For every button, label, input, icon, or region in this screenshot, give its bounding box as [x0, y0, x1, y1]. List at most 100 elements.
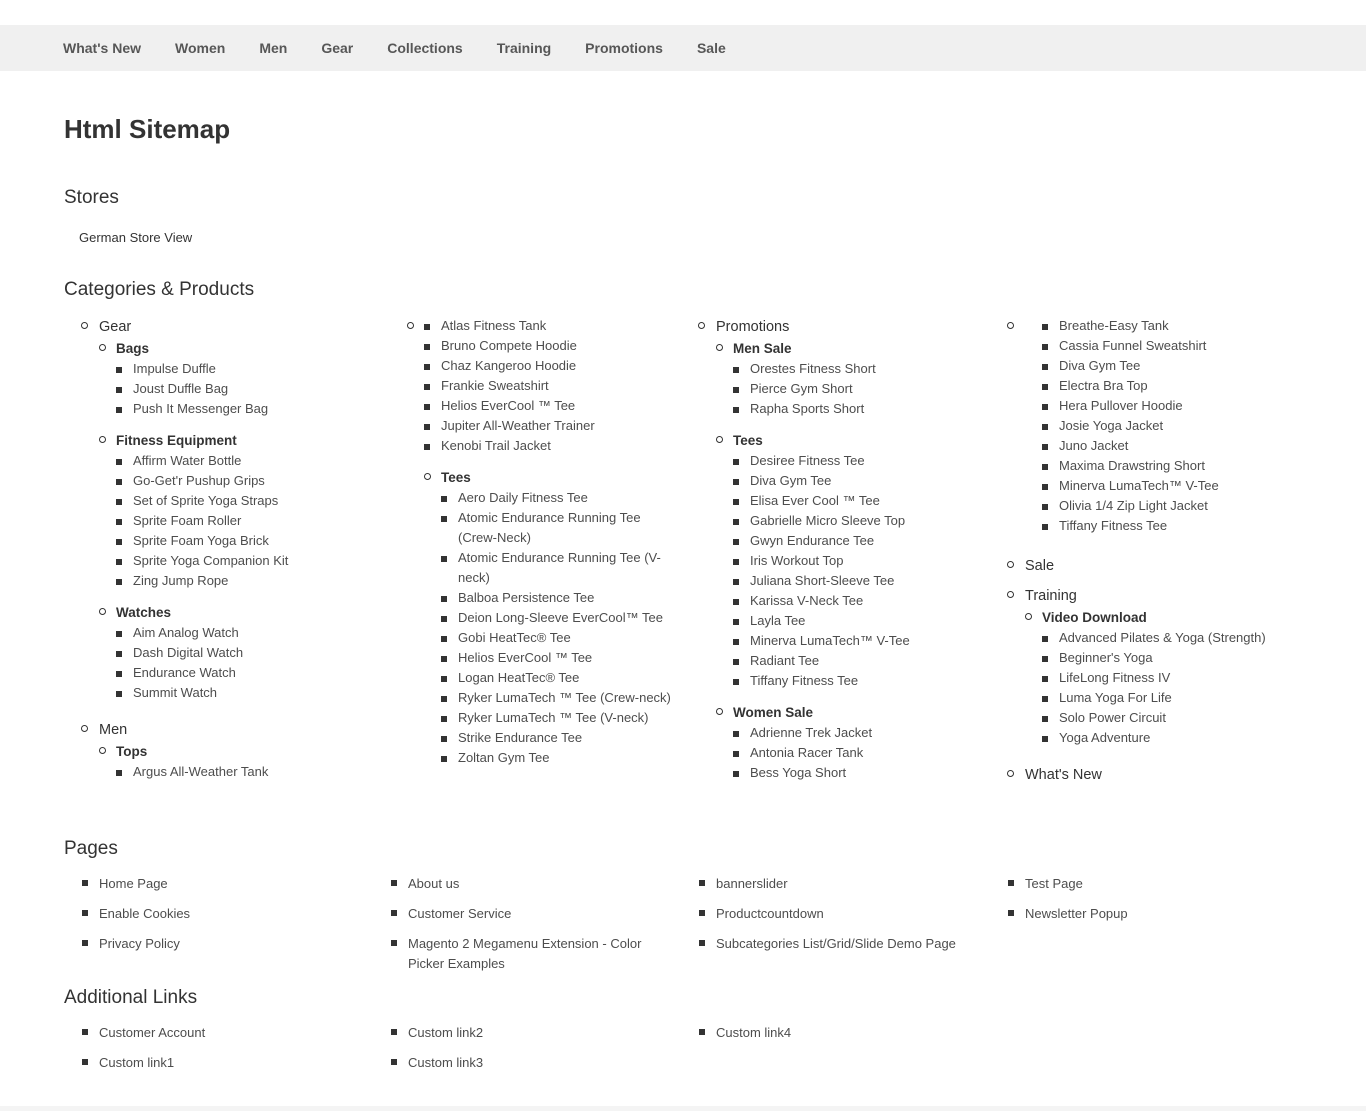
page-link[interactable]: About us — [391, 874, 668, 894]
product-item[interactable]: Bruno Compete Hoodie — [424, 336, 707, 356]
product-item[interactable]: Ryker LumaTech ™ Tee (V-neck) — [441, 708, 671, 728]
product-link[interactable]: Tiffany Fitness Tee — [1059, 518, 1167, 533]
subcategory-link[interactable]: Bags — [116, 341, 149, 356]
category-link[interactable]: Gear — [99, 316, 354, 338]
product-link[interactable]: Helios EverCool ™ Tee — [458, 650, 592, 665]
product-item[interactable]: Layla Tee — [733, 611, 971, 631]
product-link[interactable]: Zing Jump Rope — [133, 573, 228, 588]
product-link[interactable]: Desiree Fitness Tee — [750, 453, 865, 468]
product-item[interactable]: Rapha Sports Short — [733, 399, 971, 419]
product-item[interactable]: Zoltan Gym Tee — [441, 748, 671, 768]
nav-item-women[interactable]: Women — [175, 40, 225, 56]
nav-link[interactable]: Gear — [321, 40, 353, 56]
nav-item-training[interactable]: Training — [497, 40, 551, 56]
product-item[interactable]: Olivia 1/4 Zip Light Jacket — [1042, 496, 1310, 516]
product-item[interactable]: Luma Yoga For Life — [1042, 688, 1310, 708]
product-link[interactable]: Balboa Persistence Tee — [458, 590, 594, 605]
product-link[interactable]: Tiffany Fitness Tee — [750, 673, 858, 688]
nav-item-gear[interactable]: Gear — [321, 40, 353, 56]
page-link[interactable]: Home Page — [82, 874, 359, 894]
product-item[interactable]: Bess Yoga Short — [733, 763, 971, 783]
product-item[interactable]: Minerva LumaTech™ V-Tee — [1042, 476, 1310, 496]
product-item[interactable]: Electra Bra Top — [1042, 376, 1310, 396]
product-item[interactable]: Desiree Fitness Tee — [733, 451, 971, 471]
product-item[interactable]: Breathe-Easy Tank — [1042, 316, 1310, 336]
product-item[interactable]: Orestes Fitness Short — [733, 359, 971, 379]
product-link[interactable]: Josie Yoga Jacket — [1059, 418, 1163, 433]
product-item[interactable]: Deion Long-Sleeve EverCool™ Tee — [441, 608, 671, 628]
product-link[interactable]: Layla Tee — [750, 613, 805, 628]
product-item[interactable]: Yoga Adventure — [1042, 728, 1310, 748]
nav-link[interactable]: What's New — [63, 40, 141, 56]
product-item[interactable]: Juno Jacket — [1042, 436, 1310, 456]
product-link[interactable]: Argus All-Weather Tank — [133, 764, 268, 779]
product-item[interactable]: Balboa Persistence Tee — [441, 588, 671, 608]
product-item[interactable]: Dash Digital Watch — [116, 643, 354, 663]
product-item[interactable]: Logan HeatTec® Tee — [441, 668, 671, 688]
product-item[interactable]: Sprite Foam Roller — [116, 511, 354, 531]
product-item[interactable]: Atomic Endurance Running Tee (V-neck) — [441, 548, 671, 588]
subcategory-link[interactable]: Tees — [441, 470, 471, 485]
product-link[interactable]: Affirm Water Bottle — [133, 453, 241, 468]
product-link[interactable]: Luma Yoga For Life — [1059, 690, 1172, 705]
product-link[interactable]: Joust Duffle Bag — [133, 381, 228, 396]
subcategory-link[interactable]: Men Sale — [733, 341, 792, 356]
product-item[interactable]: Set of Sprite Yoga Straps — [116, 491, 354, 511]
product-link[interactable]: Frankie Sweatshirt — [441, 378, 549, 393]
product-link[interactable]: Hera Pullover Hoodie — [1059, 398, 1183, 413]
product-link[interactable]: Helios EverCool ™ Tee — [441, 398, 575, 413]
additional-link[interactable]: Customer Account — [82, 1023, 359, 1043]
page-link[interactable]: Productcountdown — [699, 904, 976, 924]
product-link[interactable]: Minerva LumaTech™ V-Tee — [750, 633, 910, 648]
product-item[interactable]: Summit Watch — [116, 683, 354, 703]
page-link[interactable]: Test Page — [1008, 874, 1285, 894]
product-item[interactable]: Hera Pullover Hoodie — [1042, 396, 1310, 416]
product-link[interactable]: Gabrielle Micro Sleeve Top — [750, 513, 905, 528]
product-link[interactable]: Kenobi Trail Jacket — [441, 438, 551, 453]
product-link[interactable]: Set of Sprite Yoga Straps — [133, 493, 278, 508]
nav-link[interactable]: Promotions — [585, 40, 663, 56]
nav-item-sale[interactable]: Sale — [697, 40, 726, 56]
product-item[interactable]: Gabrielle Micro Sleeve Top — [733, 511, 971, 531]
product-link[interactable]: Beginner's Yoga — [1059, 650, 1153, 665]
product-item[interactable]: Adrienne Trek Jacket — [733, 723, 971, 743]
product-item[interactable]: Jupiter All-Weather Trainer — [424, 416, 707, 436]
product-link[interactable]: Adrienne Trek Jacket — [750, 725, 872, 740]
product-item[interactable]: Iris Workout Top — [733, 551, 971, 571]
product-item[interactable]: Elisa Ever Cool ™ Tee — [733, 491, 971, 511]
product-item[interactable]: Minerva LumaTech™ V-Tee — [733, 631, 971, 651]
product-item[interactable]: Chaz Kangeroo Hoodie — [424, 356, 707, 376]
product-link[interactable]: Minerva LumaTech™ V-Tee — [1059, 478, 1219, 493]
product-item[interactable]: Diva Gym Tee — [733, 471, 971, 491]
product-link[interactable]: Pierce Gym Short — [750, 381, 853, 396]
product-item[interactable]: Impulse Duffle — [116, 359, 354, 379]
product-link[interactable]: Zoltan Gym Tee — [458, 750, 550, 765]
nav-link[interactable]: Men — [259, 40, 287, 56]
product-item[interactable]: LifeLong Fitness IV — [1042, 668, 1310, 688]
product-link[interactable]: Atomic Endurance Running Tee (V-neck) — [458, 550, 661, 585]
product-item[interactable]: Advanced Pilates & Yoga (Strength) — [1042, 628, 1310, 648]
product-item[interactable]: Aim Analog Watch — [116, 623, 354, 643]
nav-item-promotions[interactable]: Promotions — [585, 40, 663, 56]
product-item[interactable]: Go-Get'r Pushup Grips — [116, 471, 354, 491]
product-item[interactable]: Sprite Yoga Companion Kit — [116, 551, 354, 571]
product-link[interactable]: Juliana Short-Sleeve Tee — [750, 573, 894, 588]
subcategory-link[interactable]: Fitness Equipment — [116, 433, 237, 448]
product-link[interactable]: Push It Messenger Bag — [133, 401, 268, 416]
product-link[interactable]: Solo Power Circuit — [1059, 710, 1166, 725]
product-item[interactable]: Atomic Endurance Running Tee (Crew-Neck) — [441, 508, 671, 548]
product-item[interactable]: Argus All-Weather Tank — [116, 762, 354, 782]
product-item[interactable]: Affirm Water Bottle — [116, 451, 354, 471]
product-item[interactable]: Gwyn Endurance Tee — [733, 531, 971, 551]
nav-link[interactable]: Training — [497, 40, 551, 56]
product-item[interactable]: Radiant Tee — [733, 651, 971, 671]
page-link[interactable]: Newsletter Popup — [1008, 904, 1285, 924]
product-item[interactable]: Beginner's Yoga — [1042, 648, 1310, 668]
product-link[interactable]: Advanced Pilates & Yoga (Strength) — [1059, 630, 1266, 645]
product-item[interactable]: Strike Endurance Tee — [441, 728, 671, 748]
product-link[interactable]: Aim Analog Watch — [133, 625, 239, 640]
product-item[interactable]: Sprite Foam Yoga Brick — [116, 531, 354, 551]
nav-item-whats-new[interactable]: What's New — [63, 40, 141, 56]
category-link[interactable]: Promotions — [716, 316, 971, 338]
product-item[interactable]: Push It Messenger Bag — [116, 399, 354, 419]
